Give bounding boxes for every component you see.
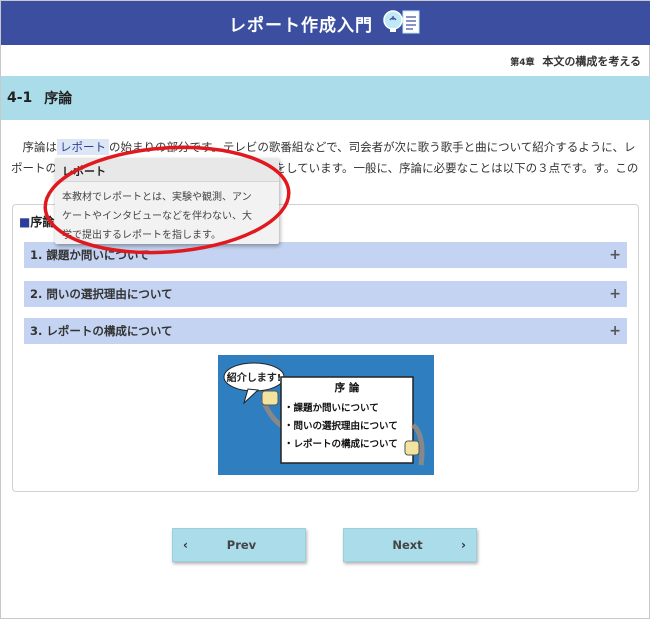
app-title: レポート作成入門	[229, 15, 373, 36]
plus-icon[interactable]: +	[609, 247, 621, 263]
section-title: 序論	[44, 91, 73, 107]
signboard-item-1: ・課題か問いについて	[284, 402, 379, 414]
chapter-title: 本文の構成を考える	[542, 55, 641, 68]
section-header: 4-1 序論	[1, 76, 650, 120]
section-number: 4-1	[7, 90, 33, 106]
signboard-title: 序 論	[335, 381, 360, 394]
term-link-report[interactable]: レポート	[57, 139, 109, 155]
intro-illustration: 紹介します! 序 論 ・課題か問いについて ・問いの選択理由について ・レポート…	[218, 355, 434, 475]
intro-text-line3: す。この	[593, 161, 639, 175]
accordion-label: 2. 問いの選択理由について	[30, 287, 173, 301]
lightbulb-document-icon	[383, 10, 420, 34]
next-label: Next	[392, 538, 423, 552]
accordion-item-3[interactable]: 3. レポートの構成について +	[24, 318, 627, 344]
square-bullet-icon: ■	[19, 215, 31, 229]
plus-icon[interactable]: +	[609, 323, 621, 339]
next-button[interactable]: Next ›	[343, 528, 477, 562]
signboard-item-2: ・問いの選択理由について	[284, 420, 398, 432]
tooltip-title: レポート	[55, 158, 279, 182]
tooltip-body: 本教材でレポートとは、実験や観測、アン ケートやインタビューなどを伴わない、大 …	[55, 182, 279, 251]
page-frame: レポート作成入門 第4章 本文の構成を考える 4-1 序論 序論は レポート の始ま…	[0, 0, 650, 619]
prev-label: Prev	[226, 538, 257, 552]
prev-button[interactable]: ‹ Prev	[172, 528, 306, 562]
plus-icon[interactable]: +	[609, 286, 621, 302]
signboard-item-3: ・レポートの構成について	[284, 438, 398, 450]
intro-text-start: 序論は	[22, 140, 58, 154]
right-hand	[404, 440, 420, 456]
app-header: レポート作成入門	[1, 1, 650, 45]
left-hand	[261, 390, 279, 406]
chapter-heading: 第4章 本文の構成を考える	[510, 53, 641, 69]
panel-title: ■序論	[19, 215, 55, 229]
tooltip-line: 学で提出するレポートを指します。	[62, 230, 221, 241]
speech-bubble-text: 紹介します!	[227, 371, 282, 384]
accordion-label: 3. レポートの構成について	[30, 324, 173, 338]
chapter-number: 第4章	[510, 58, 535, 68]
term-tooltip: レポート 本教材でレポートとは、実験や観測、アン ケートやインタビューなどを伴わ…	[55, 158, 279, 244]
chevron-right-icon: ›	[461, 538, 466, 552]
tooltip-line: 本教材でレポートとは、実験や観測、アン	[62, 192, 252, 203]
accordion-item-2[interactable]: 2. 問いの選択理由について +	[24, 281, 627, 307]
tooltip-line: ケートやインタビューなどを伴わない、大	[62, 211, 252, 222]
